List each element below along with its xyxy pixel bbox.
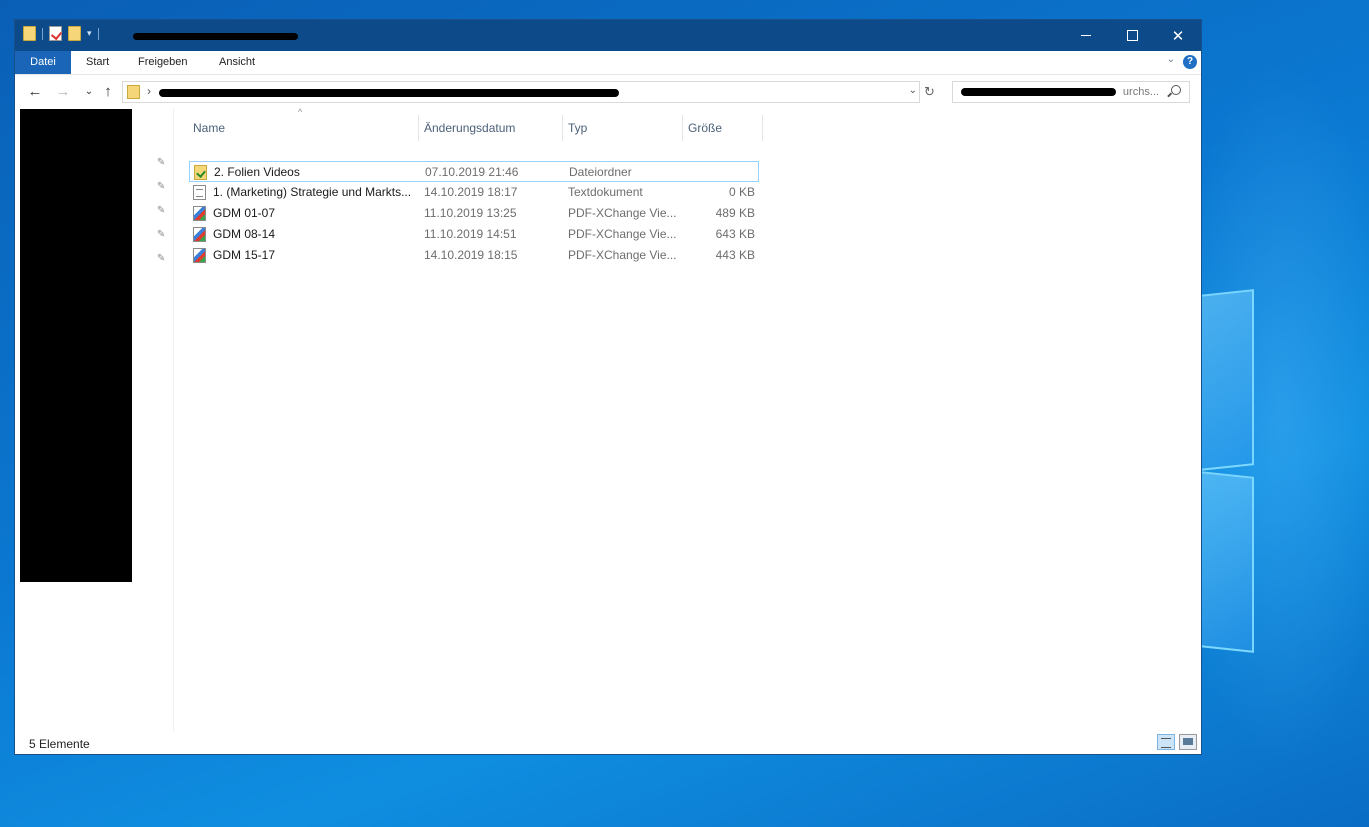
file-list: ^ Name Änderungsdatum Typ Größe 2. Folie… xyxy=(174,107,1201,731)
pin-icon[interactable]: ✎ xyxy=(157,157,165,168)
help-icon[interactable]: ? xyxy=(1183,55,1197,69)
tab-start[interactable]: Start xyxy=(75,51,120,74)
file-type: PDF-XChange Vie... xyxy=(568,248,677,262)
windows-logo-pane xyxy=(1200,289,1254,471)
pin-icon[interactable]: ✎ xyxy=(157,229,165,240)
address-dropdown-icon[interactable]: ⌄ xyxy=(909,85,917,96)
quick-access-toolbar: ▾ xyxy=(23,26,99,41)
pin-icon[interactable]: ✎ xyxy=(157,181,165,192)
file-type: PDF-XChange Vie... xyxy=(568,227,677,241)
item-count: 5 Elemente xyxy=(29,737,90,751)
close-button[interactable]: ✕ xyxy=(1155,20,1201,51)
redacted-search-label xyxy=(961,88,1116,96)
ribbon: Datei Start Freigeben Ansicht ⌄ ? xyxy=(15,51,1201,75)
breadcrumb-chevron-icon[interactable]: › xyxy=(147,84,151,98)
forward-button[interactable]: → xyxy=(53,83,73,100)
file-row[interactable]: 2. Folien Videos 07.10.2019 21:46 Dateio… xyxy=(189,161,759,182)
pdf-icon xyxy=(193,206,206,221)
navigation-bar: ← → ⌄ ↑ › ⌄ ↻ urchs... xyxy=(15,75,1201,109)
file-type: PDF-XChange Vie... xyxy=(568,206,677,220)
pdf-icon xyxy=(193,227,206,242)
folder-icon xyxy=(127,85,140,99)
file-name: 1. (Marketing) Strategie und Markts... xyxy=(213,185,412,199)
column-header-name[interactable]: Name xyxy=(188,115,419,141)
status-bar: 5 Elemente xyxy=(15,731,1201,755)
file-row[interactable]: 1. (Marketing) Strategie und Markts... 1… xyxy=(189,182,759,203)
file-row[interactable]: GDM 15-17 14.10.2019 18:15 PDF-XChange V… xyxy=(189,245,759,266)
details-view-icon[interactable] xyxy=(1157,734,1175,750)
redacted-title xyxy=(133,33,298,40)
column-header-type[interactable]: Typ xyxy=(563,115,683,141)
properties-icon[interactable] xyxy=(49,26,62,41)
windows-logo-pane xyxy=(1200,471,1254,653)
file-name: GDM 01-07 xyxy=(213,206,276,220)
file-date: 11.10.2019 13:25 xyxy=(424,206,517,220)
search-placeholder: urchs... xyxy=(1122,86,1159,98)
toolbar-separator xyxy=(97,27,99,40)
file-date: 14.10.2019 18:17 xyxy=(424,185,518,199)
recent-locations-icon[interactable]: ⌄ xyxy=(79,86,99,97)
tab-ansicht[interactable]: Ansicht xyxy=(208,51,266,74)
title-bar: ▾ ✕ xyxy=(15,20,1201,51)
text-document-icon xyxy=(193,185,206,200)
tab-datei[interactable]: Datei xyxy=(15,51,71,74)
up-button[interactable]: ↑ xyxy=(98,83,118,100)
file-row[interactable]: GDM 08-14 11.10.2019 14:51 PDF-XChange V… xyxy=(189,224,759,245)
pin-icon[interactable]: ✎ xyxy=(157,205,165,216)
back-button[interactable]: ← xyxy=(25,83,45,100)
file-date: 11.10.2019 14:51 xyxy=(424,227,517,241)
close-icon: ✕ xyxy=(1171,27,1185,45)
file-type: Dateiordner xyxy=(569,165,632,179)
tab-freigeben[interactable]: Freigeben xyxy=(127,51,199,74)
file-date: 14.10.2019 18:15 xyxy=(424,248,518,262)
search-icon[interactable] xyxy=(1171,85,1181,95)
minimize-button[interactable] xyxy=(1063,20,1109,51)
refresh-icon[interactable]: ↻ xyxy=(924,84,942,100)
explorer-window: ▾ ✕ Datei Start Freigeben Ansicht ⌄ ? ← … xyxy=(14,19,1202,755)
maximize-button[interactable] xyxy=(1109,20,1155,51)
file-name: GDM 15-17 xyxy=(213,248,276,262)
file-name: 2. Folien Videos xyxy=(214,165,300,179)
file-date: 07.10.2019 21:46 xyxy=(425,165,519,179)
pdf-icon xyxy=(193,248,206,263)
pin-icon[interactable]: ✎ xyxy=(157,253,165,264)
maximize-icon xyxy=(1126,30,1138,41)
toolbar-separator xyxy=(42,27,43,40)
file-type: Textdokument xyxy=(568,185,643,199)
minimize-icon xyxy=(1081,35,1091,36)
customize-toolbar-icon[interactable]: ▾ xyxy=(87,28,92,39)
file-name: GDM 08-14 xyxy=(213,227,276,241)
navigation-pane: ✎ ✎ ✎ ✎ ✎ xyxy=(15,109,174,731)
file-size: 643 KB xyxy=(715,227,755,241)
file-size: 489 KB xyxy=(715,206,755,220)
expand-ribbon-icon[interactable]: ⌄ xyxy=(1167,54,1175,65)
file-size: 443 KB xyxy=(715,248,755,262)
file-size: 0 KB xyxy=(728,185,755,199)
column-header-size[interactable]: Größe xyxy=(683,115,763,141)
new-folder-icon[interactable] xyxy=(68,26,81,41)
file-row[interactable]: GDM 01-07 11.10.2019 13:25 PDF-XChange V… xyxy=(189,203,759,224)
folder-icon xyxy=(194,165,207,180)
redacted-path xyxy=(159,89,619,97)
large-icons-view-icon[interactable] xyxy=(1179,734,1197,750)
redacted-navigation-tree xyxy=(20,109,132,582)
search-input[interactable]: urchs... xyxy=(952,81,1190,103)
address-bar[interactable]: › ⌄ xyxy=(122,81,920,103)
column-header-date[interactable]: Änderungsdatum xyxy=(419,115,563,141)
folder-icon[interactable] xyxy=(23,26,36,41)
